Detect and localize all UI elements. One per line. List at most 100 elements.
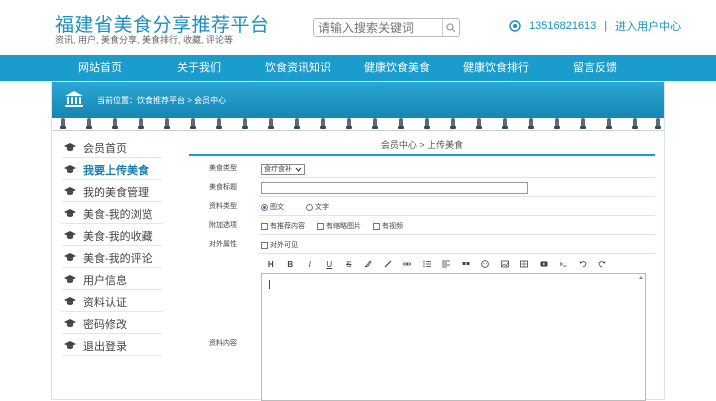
- sidebar-item-food-manage[interactable]: 我的美食管理: [62, 182, 162, 202]
- sidebar-item-upload-food[interactable]: 我要上传美食: [62, 160, 162, 180]
- sidebar-item-label: 用户信息: [83, 274, 127, 287]
- sidebar-item-my-favorites[interactable]: 美食-我的收藏: [62, 226, 162, 246]
- extra-option-thumbnail[interactable]: 有缩略图片: [317, 221, 361, 231]
- undo-icon: [579, 261, 587, 268]
- binding-ring: [372, 118, 378, 129]
- nav-item-ranking[interactable]: 健康饮食排行: [456, 55, 536, 81]
- binding-ring: [606, 118, 612, 129]
- link-button[interactable]: [398, 256, 418, 272]
- binding-ring: [424, 118, 430, 129]
- form-row-food-title: 美食标题: [189, 179, 655, 197]
- highlight-button[interactable]: [359, 256, 379, 272]
- sidebar-item-password[interactable]: 密码修改: [62, 314, 162, 334]
- content-heading: 会员中心 > 上传美食: [189, 134, 655, 156]
- quote-icon: [462, 262, 470, 265]
- sidebar-item-my-browsing[interactable]: 美食-我的浏览: [62, 204, 162, 224]
- scroll-up-icon[interactable]: [638, 275, 644, 281]
- strikethrough-button[interactable]: S: [339, 256, 359, 272]
- visibility-option[interactable]: 对外可见: [261, 240, 298, 250]
- quote-button[interactable]: [456, 256, 476, 272]
- binding-ring: [268, 118, 274, 129]
- extra-option-recommend[interactable]: 有推荐内容: [261, 221, 305, 231]
- rich-text-editor[interactable]: [261, 273, 646, 401]
- binding-ring: [632, 118, 638, 129]
- material-option-text[interactable]: 文字: [306, 202, 329, 212]
- checkbox[interactable]: [373, 222, 380, 230]
- image-button[interactable]: [495, 256, 515, 272]
- bold-button[interactable]: B: [281, 256, 301, 272]
- extra-option-video[interactable]: 有视频: [373, 221, 403, 231]
- checkbox[interactable]: [261, 222, 268, 230]
- extra-options-label: 附加选项: [189, 217, 259, 235]
- content-label-cell: 资料内容: [189, 253, 259, 401]
- brush-button[interactable]: [378, 256, 398, 272]
- visibility-label: 对外属性: [189, 236, 259, 254]
- extra-option-recommend-label: 有推荐内容: [270, 223, 305, 230]
- video-button[interactable]: [534, 256, 554, 272]
- graduation-cap-icon: [64, 165, 78, 174]
- bullet-list-icon: [423, 260, 431, 268]
- binding-ring: [450, 118, 456, 129]
- form-row-food-type: 美食类型 食疗食补: [189, 160, 655, 178]
- sidebar-item-member-home[interactable]: 会员首页: [62, 138, 162, 158]
- checkbox[interactable]: [261, 241, 268, 249]
- code-button[interactable]: [554, 256, 574, 272]
- search-box: [313, 18, 460, 37]
- nav-item-foods[interactable]: 健康饮食美食: [357, 55, 437, 81]
- food-type-value: 食疗食补: [264, 166, 292, 173]
- video-icon: [540, 261, 548, 267]
- search-button[interactable]: [442, 19, 459, 36]
- graduation-cap-icon: [64, 319, 78, 328]
- binding-ring: [528, 118, 534, 129]
- sidebar-item-label: 会员首页: [83, 142, 127, 155]
- binding-ring: [476, 118, 482, 129]
- checkbox[interactable]: [317, 222, 324, 230]
- search-icon: [446, 22, 456, 32]
- bullet-list-button[interactable]: [417, 256, 437, 272]
- material-option-graphic[interactable]: 图文: [261, 202, 284, 212]
- form-row-material-type: 资料类型 图文 文字: [189, 198, 655, 216]
- radio-checked[interactable]: [261, 203, 268, 211]
- italic-button[interactable]: I: [300, 256, 320, 272]
- redo-button[interactable]: [593, 256, 613, 272]
- radio-unchecked[interactable]: [306, 203, 313, 211]
- align-button[interactable]: [437, 256, 457, 272]
- building-icon: [65, 91, 83, 107]
- sidebar-item-user-info[interactable]: 用户信息: [62, 270, 162, 290]
- food-title-label: 美食标题: [189, 179, 259, 197]
- member-panel: 当前位置：饮食推荐平台 > 会员中心 会员首页 我要上传美食 我的美食管理 美食…: [51, 81, 665, 401]
- align-icon: [442, 260, 451, 268]
- sidebar-item-label: 退出登录: [83, 340, 127, 353]
- heading-button[interactable]: H: [261, 256, 281, 272]
- form-row-visibility: 对外属性 对外可见: [189, 236, 655, 254]
- food-title-input[interactable]: [261, 182, 528, 194]
- binding-ring: [190, 118, 196, 129]
- sidebar-item-label: 美食-我的收藏: [83, 230, 153, 243]
- binding-ring: [242, 118, 248, 129]
- table-button[interactable]: [515, 256, 535, 272]
- sidebar-item-label: 美食-我的浏览: [83, 208, 153, 221]
- sidebar-item-logout[interactable]: 退出登录: [62, 336, 162, 356]
- material-option-text-label: 文字: [315, 204, 329, 211]
- separator: |: [604, 20, 608, 32]
- sidebar-item-my-comments[interactable]: 美食-我的评论: [62, 248, 162, 268]
- graduation-cap-icon: [64, 253, 78, 262]
- undo-button[interactable]: [573, 256, 593, 272]
- breadcrumb: 当前位置：饮食推荐平台 > 会员中心: [97, 96, 227, 105]
- binding-ring: [60, 118, 66, 129]
- sidebar-item-verification[interactable]: 资料认证: [62, 292, 162, 312]
- binding-ring: [216, 118, 222, 129]
- search-input[interactable]: [318, 20, 442, 36]
- nav-item-home[interactable]: 网站首页: [60, 55, 140, 81]
- nav-item-news[interactable]: 饮食资讯知识: [258, 55, 338, 81]
- binding-ring: [502, 118, 508, 129]
- user-center-link[interactable]: 进入用户中心: [615, 18, 681, 34]
- food-type-select[interactable]: 食疗食补: [261, 163, 305, 175]
- emoji-button[interactable]: [476, 256, 496, 272]
- nav-item-feedback[interactable]: 留言反馈: [555, 55, 635, 81]
- editor-toolbar: H B I U S: [261, 255, 645, 273]
- table-icon: [520, 260, 529, 268]
- nav-item-about[interactable]: 关于我们: [159, 55, 239, 81]
- underline-button[interactable]: U: [320, 256, 340, 272]
- site-subtitle: 资讯, 用户, 美食分享, 美食排行, 收藏, 评论等: [55, 35, 234, 45]
